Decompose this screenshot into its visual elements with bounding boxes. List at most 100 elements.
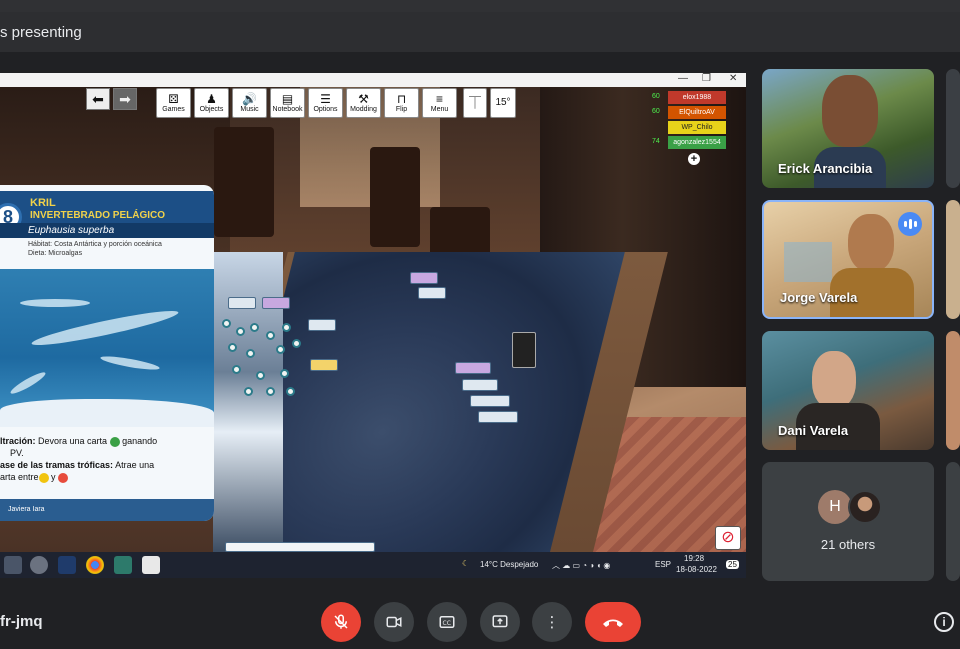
player-row[interactable]: 60 elox1988 [650,91,740,106]
clock-date[interactable]: 18-08-2022 [676,565,717,574]
board-card[interactable] [310,359,338,371]
token[interactable] [246,349,255,358]
avatar: H [818,490,852,524]
toolbar-games-button[interactable]: ⚄ Games [156,88,191,118]
player-score: 60 [652,108,660,115]
card-habitat: Hábitat: Costa Antártica y porción oceán… [28,241,162,248]
token[interactable] [256,371,265,380]
participant-tile-partial[interactable] [946,69,960,188]
board-card[interactable] [478,411,518,423]
player-name[interactable]: elox1988 [668,91,726,104]
krill-shape [99,353,161,373]
token[interactable] [282,323,291,332]
board-card[interactable] [418,287,446,299]
dice-icon: ⚄ [168,92,179,106]
minimize-icon[interactable]: — [678,73,688,84]
toolbar-options-button[interactable]: ☰ Options [308,88,343,118]
photoshop-icon[interactable] [58,556,76,574]
token[interactable] [228,343,237,352]
participant-tile-partial[interactable] [946,462,960,581]
player-row[interactable]: 60 ElQuiltroAV (nlnds) [650,106,740,129]
participant-tile-partial[interactable] [946,331,960,450]
player-name[interactable]: WP_Chilo [668,121,726,134]
toolbar-objects-button[interactable]: ♟ Objects [194,88,229,118]
token[interactable] [286,387,295,396]
add-player-icon[interactable]: + [688,153,700,165]
sliders-icon: ☰ [320,92,331,106]
board-card[interactable] [470,395,510,407]
board-card[interactable] [512,332,536,368]
language-indicator[interactable]: ESP [655,560,671,569]
tray-icons[interactable]: ︿ ☁ ▭ ◔ ◑ ◖ ◉ [552,560,610,571]
tabletop-simulator-icon[interactable] [142,556,160,574]
board-card[interactable] [262,297,290,309]
board-card[interactable] [308,319,336,331]
taskbar-app-icon[interactable] [30,556,48,574]
game-toolbar: ⚄ Games ♟ Objects 🔊 Music ▤ Notebook ☰ Options ⚒ Mo… [156,88,457,118]
krill-shape [30,305,180,351]
player-row[interactable]: 74 agonzalez1554 [650,136,740,151]
participant-tile-dani[interactable]: Dani Varela [762,331,934,450]
player-name[interactable]: ElQuiltroAV (nlnds) [668,106,726,129]
token[interactable] [236,327,245,336]
player-list: 60 elox1988 60 ElQuiltroAV (nlnds)WP_Chilo 7… [650,91,740,151]
notification-count[interactable]: 25 [726,560,739,569]
participant-tile-erick[interactable]: Erick Arancibia [762,69,934,188]
token[interactable] [292,339,301,348]
flip-table-icon: ⊓ [396,92,407,106]
taskbar-app-icon[interactable] [4,556,22,574]
toolbar-flip-button[interactable]: ⊓ Flip [384,88,419,118]
board-card[interactable] [455,362,491,374]
token[interactable] [280,369,289,378]
player-name[interactable]: agonzalez1554 [668,136,726,149]
rotation-value[interactable]: 15° [490,88,516,118]
zoomed-card[interactable]: 8 KRIL INVERTEBRADO PELÁGICO Euphausia s… [0,185,214,521]
mic-off-icon[interactable] [321,602,361,642]
others-tile[interactable]: H 21 others [762,462,934,581]
krill-illustration [0,269,214,417]
token[interactable] [222,319,231,328]
present-screen-icon[interactable] [480,602,520,642]
player-row[interactable]: WP_Chilo [650,121,740,136]
redo-arrow-icon[interactable]: ➡ [113,88,137,110]
end-call-button[interactable] [585,602,641,642]
toolbar-notebook-button[interactable]: ▤ Notebook [270,88,305,118]
toolbar-music-button[interactable]: 🔊 Music [232,88,267,118]
participant-tile-jorge[interactable]: Jorge Varela [762,200,934,319]
presenting-bar [0,12,960,52]
chrome-icon[interactable] [86,556,104,574]
close-icon[interactable]: ✕ [729,73,737,84]
presenting-label: s presenting [0,24,82,41]
lift-icon[interactable]: ⏉ [463,88,487,118]
participant-tile-partial[interactable] [946,200,960,319]
token[interactable] [266,387,275,396]
participant-video [822,75,878,147]
undo-arrow-icon[interactable]: ⬅ [86,88,110,110]
toolbar-modding-button[interactable]: ⚒ Modding [346,88,381,118]
meeting-info-icon[interactable]: i [934,612,954,632]
board-card[interactable] [228,297,256,309]
token[interactable] [276,345,285,354]
token[interactable] [232,365,241,374]
player-hand[interactable] [225,542,375,552]
board-card[interactable] [410,272,438,284]
token[interactable] [266,331,275,340]
camera-icon[interactable] [374,602,414,642]
no-entry-icon[interactable]: ⊘ [715,526,741,550]
taskbar-app-icon[interactable] [114,556,132,574]
card-subtitle: INVERTEBRADO PELÁGICO [30,210,166,221]
toolbar-menu-button[interactable]: ≡ Menu [422,88,457,118]
token[interactable] [250,323,259,332]
clock-time[interactable]: 19:28 [684,554,704,563]
ice-edge [0,399,214,427]
shared-screen: — ❐ ✕ ⬅ ➡ ⚄ Games ♟ Objects 🔊 Music ▤ No… [0,73,746,578]
maximize-icon[interactable]: ❐ [702,73,711,84]
captions-icon[interactable]: CC [427,602,467,642]
more-options-icon[interactable]: ⋮ [532,602,572,642]
board-card[interactable] [462,379,498,391]
yellow-cost-icon [38,472,49,483]
weather-text[interactable]: 14°C Despejado [480,560,538,569]
top-strip [0,0,960,12]
token[interactable] [244,387,253,396]
participant-video [784,242,832,282]
